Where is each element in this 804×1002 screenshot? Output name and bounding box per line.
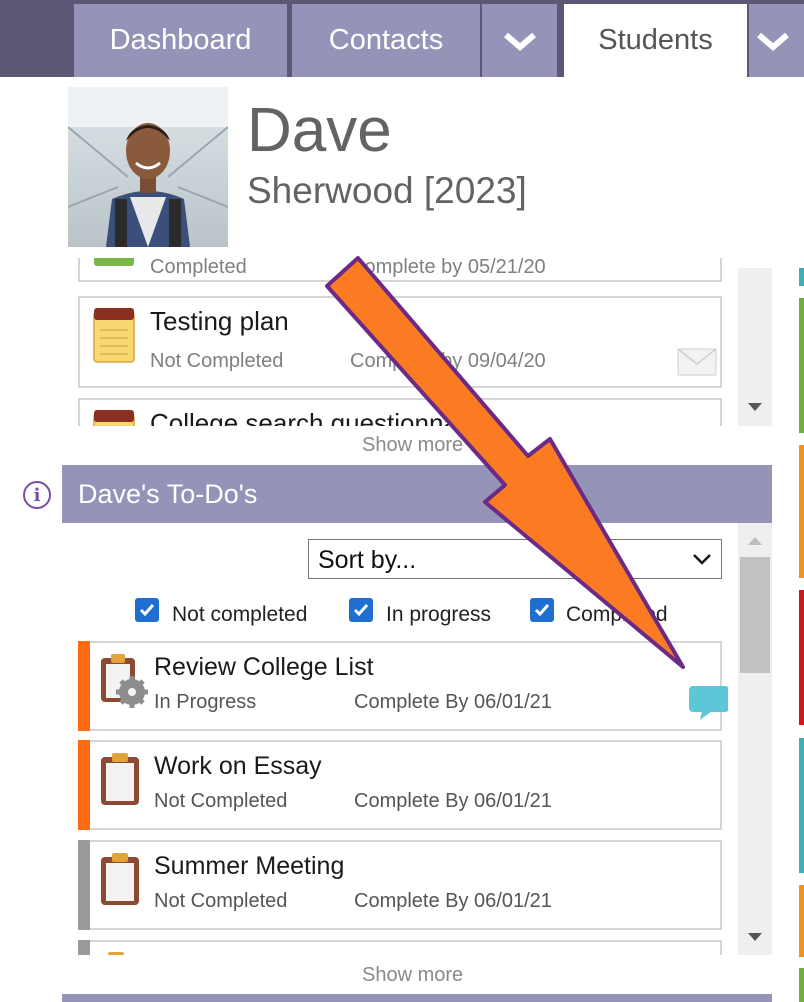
check-icon	[353, 604, 369, 617]
todo-list[interactable]: Review College List In Progress Complete…	[78, 640, 728, 955]
notepad-icon	[94, 258, 134, 266]
filter-completed-checkbox[interactable]	[530, 598, 554, 622]
tab-students[interactable]: Students	[564, 4, 747, 77]
color-strip	[799, 590, 804, 725]
info-icon[interactable]: i	[23, 481, 51, 509]
color-strip	[799, 885, 804, 957]
show-more-link[interactable]: Show more	[362, 434, 463, 457]
check-icon	[534, 604, 550, 617]
app-root: Dashboard Contacts Students Dave Sherwoo…	[0, 0, 804, 1002]
status-bar	[78, 740, 90, 830]
envelope-icon[interactable]	[677, 348, 717, 376]
filter-in-progress-checkbox[interactable]	[349, 598, 373, 622]
status-bar	[78, 940, 90, 955]
notepad-icon	[93, 308, 135, 363]
top-nav: Dashboard Contacts Students	[0, 0, 804, 77]
todo-status: Not Completed	[154, 790, 288, 812]
color-strip	[799, 738, 804, 873]
todo-title: Work on Essay	[154, 752, 322, 780]
tab-dashboard[interactable]: Dashboard	[74, 4, 287, 77]
tab-contacts-label: Contacts	[328, 24, 444, 56]
chat-bubble-icon[interactable]	[688, 685, 728, 721]
todo-title: Summer Meeting	[154, 852, 345, 880]
item-title: College search questionnaires	[150, 408, 500, 426]
scroll-down-icon[interactable]	[748, 403, 762, 411]
student-photo	[68, 87, 228, 247]
todo-status: In Progress	[154, 691, 257, 713]
todo-title: Review College List	[154, 653, 374, 681]
filter-not-completed-checkbox[interactable]	[135, 598, 159, 622]
todo-scrollbar-thumb[interactable]	[740, 557, 770, 673]
tasks-list[interactable]: Completed Complete by 05/21/20 Testing p…	[62, 258, 742, 426]
tab-students-label: Students	[598, 24, 713, 56]
color-strip	[799, 268, 804, 286]
status-bar	[78, 641, 90, 731]
list-item[interactable]: Testing plan Not Completed Complete by 0…	[78, 296, 722, 388]
tab-contacts[interactable]: Contacts	[292, 4, 480, 77]
clipboard-gear-icon	[101, 654, 148, 708]
contacts-dropdown-button[interactable]	[482, 4, 557, 77]
check-icon	[139, 604, 155, 617]
clipboard-icon	[108, 952, 124, 955]
todo-item[interactable]	[78, 940, 722, 955]
tasks-scrollbar[interactable]	[738, 268, 772, 426]
item-status: Not Completed	[150, 350, 284, 372]
scroll-up-icon[interactable]	[748, 537, 762, 545]
todo-item[interactable]: Review College List In Progress Complete…	[78, 641, 728, 731]
color-strip	[799, 968, 804, 1002]
list-item[interactable]: College search questionnaires	[78, 398, 722, 426]
students-dropdown-button[interactable]	[749, 4, 804, 77]
item-date: Complete by 05/21/20	[350, 258, 546, 278]
item-date: Complete by 09/04/20	[350, 350, 546, 372]
todo-date: Complete By 06/01/21	[354, 691, 552, 713]
next-section-header	[62, 994, 772, 1002]
student-first-name: Dave	[247, 96, 392, 165]
sort-label: Sort by...	[318, 546, 417, 574]
sort-select[interactable]: Sort by...	[308, 539, 722, 579]
notepad-icon	[93, 410, 135, 426]
todo-item[interactable]: Work on Essay Not Completed Complete By …	[78, 740, 722, 830]
filter-not-completed-label[interactable]: Not completed	[172, 603, 307, 627]
filter-completed-label[interactable]: Completed	[566, 603, 668, 627]
color-strip	[799, 445, 804, 578]
student-last-name-year: Sherwood [2023]	[247, 170, 527, 211]
chevron-down-icon	[693, 554, 711, 565]
todo-date: Complete By 06/01/21	[354, 890, 552, 912]
item-title: Testing plan	[150, 306, 289, 336]
todo-header: Dave's To-Do's	[62, 465, 772, 523]
list-item[interactable]: Completed Complete by 05/21/20	[78, 258, 722, 282]
clipboard-icon	[101, 753, 139, 805]
clipboard-icon	[101, 853, 139, 905]
todo-title: Dave's To-Do's	[78, 479, 258, 509]
scroll-down-icon[interactable]	[748, 933, 762, 941]
status-bar	[78, 840, 90, 930]
chevron-down-icon	[757, 32, 789, 51]
show-more-link[interactable]: Show more	[362, 964, 463, 987]
filter-in-progress-label[interactable]: In progress	[386, 603, 491, 627]
color-strip	[799, 298, 804, 433]
item-status: Completed	[150, 258, 247, 278]
todo-item[interactable]: Summer Meeting Not Completed Complete By…	[78, 840, 722, 930]
tab-dashboard-label: Dashboard	[109, 24, 252, 56]
chevron-down-icon	[503, 32, 536, 51]
todo-status: Not Completed	[154, 890, 288, 912]
todo-date: Complete By 06/01/21	[354, 790, 552, 812]
